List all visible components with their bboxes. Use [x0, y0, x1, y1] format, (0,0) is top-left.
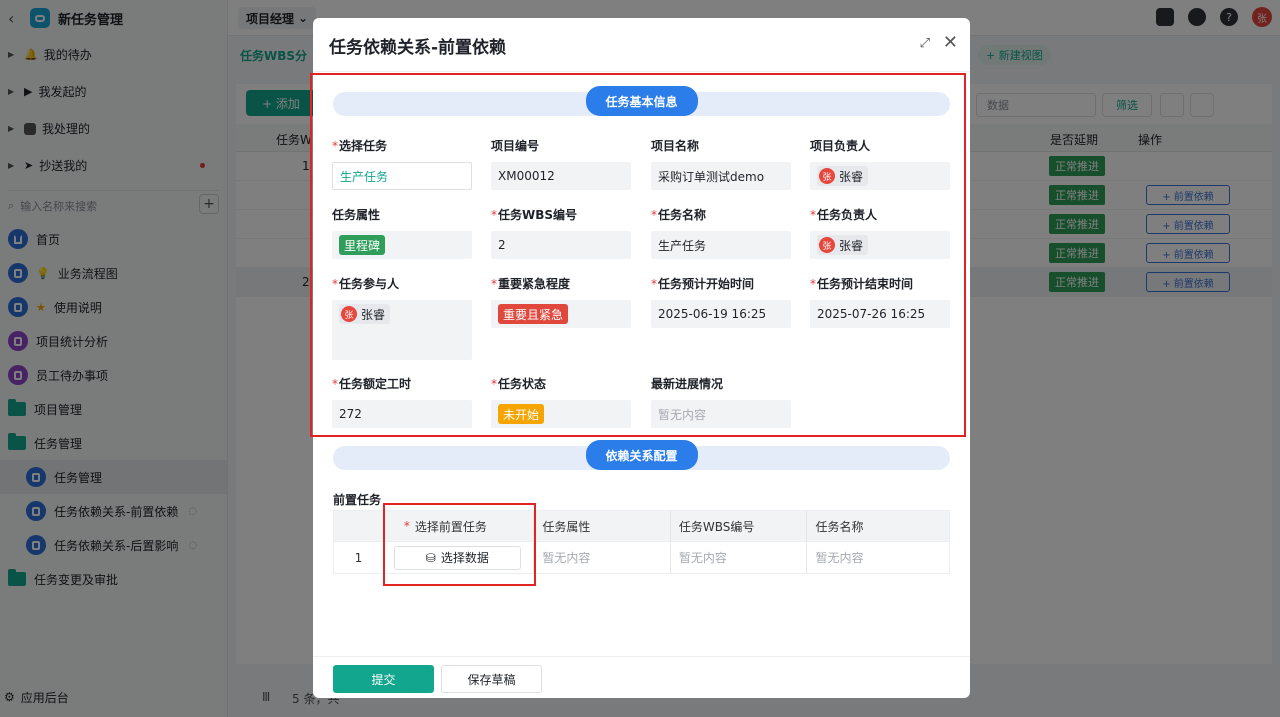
- status-value: 未开始: [491, 400, 631, 428]
- database-icon: ⛁: [425, 550, 436, 565]
- field-label: *重要紧急程度: [491, 277, 571, 291]
- section-basic-info: 任务基本信息: [333, 86, 950, 116]
- person-chip: 张张睿: [817, 235, 869, 255]
- field-task-attr: 任务属性 里程碑: [332, 206, 472, 259]
- priority-tag: 重要且紧急: [498, 304, 569, 324]
- field-project-owner: 项目负责人 张张睿: [810, 137, 950, 190]
- pre-task-label: 前置任务: [333, 493, 382, 507]
- row-index: 1: [334, 542, 384, 573]
- field-label: 任务属性: [332, 208, 381, 222]
- task-attr-value: 里程碑: [332, 231, 472, 259]
- task-name-value: 生产任务: [651, 231, 791, 259]
- project-name-value: 采购订单测试demo: [651, 162, 791, 190]
- select-task-input[interactable]: 生产任务: [332, 162, 472, 190]
- save-draft-button[interactable]: 保存草稿: [441, 665, 542, 693]
- field-task-owner: *任务负责人 张张睿: [810, 206, 950, 259]
- task-owner-value: 张张睿: [810, 231, 950, 259]
- person-chip: 张张睿: [817, 166, 869, 186]
- table-header: * 选择前置任务 任务属性 任务WBS编号 任务名称: [334, 511, 949, 541]
- column-header: 任务属性: [534, 511, 671, 541]
- field-label: *任务负责人: [810, 208, 878, 222]
- modal-footer: 提交 保存草稿: [313, 656, 970, 698]
- select-data-button[interactable]: ⛁ 选择数据: [393, 545, 521, 570]
- field-label: *任务名称: [651, 208, 707, 222]
- modal-title: 任务依赖关系-前置依赖: [329, 38, 507, 58]
- field-start-time: *任务预计开始时间 2025-06-19 16:25: [651, 275, 791, 328]
- field-label: *任务参与人: [332, 277, 400, 291]
- field-label: 项目负责人: [810, 139, 871, 153]
- field-project-name: 项目名称 采购订单测试demo: [651, 137, 791, 190]
- field-task-name: *任务名称 生产任务: [651, 206, 791, 259]
- field-label: *任务预计结束时间: [810, 277, 914, 291]
- close-icon[interactable]: ✕: [943, 32, 958, 53]
- wbs-code-value: 2: [491, 231, 631, 259]
- section-dependency: 依赖关系配置: [333, 440, 950, 470]
- field-label: *任务预计开始时间: [651, 277, 755, 291]
- field-status: *任务状态 未开始: [491, 375, 631, 428]
- column-header: 任务WBS编号: [671, 511, 808, 541]
- status-tag: 未开始: [498, 404, 545, 424]
- milestone-tag: 里程碑: [339, 235, 386, 255]
- work-hours-value: 272: [332, 400, 472, 428]
- person-chip: 张张睿: [339, 304, 391, 324]
- column-header: 任务名称: [815, 519, 864, 534]
- section-title: 依赖关系配置: [585, 440, 698, 470]
- participants-value: 张张睿: [332, 300, 472, 360]
- avatar: 张: [819, 237, 835, 253]
- select-data-label: 选择数据: [440, 551, 489, 565]
- field-participants: *任务参与人 张张睿: [332, 275, 472, 360]
- progress-value: 暂无内容: [651, 400, 791, 428]
- field-label: *选择任务: [332, 139, 388, 153]
- field-project-code: 项目编号 XM00012: [491, 137, 631, 190]
- priority-value: 重要且紧急: [491, 300, 631, 328]
- field-label: *任务WBS编号: [491, 208, 578, 222]
- field-progress: 最新进展情况 暂无内容: [651, 375, 791, 428]
- field-wbs-code: *任务WBS编号 2: [491, 206, 631, 259]
- wbs-cell: 暂无内容: [671, 542, 808, 573]
- table-row: 1 ⛁ 选择数据 暂无内容 暂无内容 暂无内容: [334, 541, 949, 573]
- field-priority: *重要紧急程度 重要且紧急: [491, 275, 631, 328]
- expand-icon[interactable]: ⤢: [920, 36, 930, 51]
- attr-cell: 暂无内容: [534, 542, 671, 573]
- dependency-modal: 任务依赖关系-前置依赖 ⤢ ✕ 任务基本信息 *选择任务 生产任务 项目编号 X…: [313, 18, 970, 698]
- column-header: * 选择前置任务: [384, 511, 535, 541]
- index-header: [334, 511, 384, 541]
- modal-header: 任务依赖关系-前置依赖 ⤢ ✕: [313, 18, 970, 72]
- field-label: 最新进展情况: [651, 377, 724, 391]
- end-time-value: 2025-07-26 16:25: [810, 300, 950, 328]
- field-end-time: *任务预计结束时间 2025-07-26 16:25: [810, 275, 950, 328]
- field-work-hours: *任务额定工时 272: [332, 375, 472, 428]
- submit-button[interactable]: 提交: [333, 665, 434, 693]
- project-code-value: XM00012: [491, 162, 631, 190]
- field-label: *任务状态: [491, 377, 547, 391]
- field-label: *任务额定工时: [332, 377, 412, 391]
- avatar: 张: [819, 168, 835, 184]
- project-owner-value: 张张睿: [810, 162, 950, 190]
- select-cell: ⛁ 选择数据: [384, 542, 535, 573]
- pre-task-table: * 选择前置任务 任务属性 任务WBS编号 任务名称 1 ⛁ 选择数据 暂无内容 …: [333, 510, 950, 574]
- section-title: 任务基本信息: [585, 86, 698, 116]
- field-label: 项目名称: [651, 139, 700, 153]
- name-cell: 暂无内容: [815, 551, 864, 565]
- avatar: 张: [341, 306, 357, 322]
- field-label: 项目编号: [491, 139, 540, 153]
- start-time-value: 2025-06-19 16:25: [651, 300, 791, 328]
- field-select-task: *选择任务 生产任务: [332, 137, 472, 190]
